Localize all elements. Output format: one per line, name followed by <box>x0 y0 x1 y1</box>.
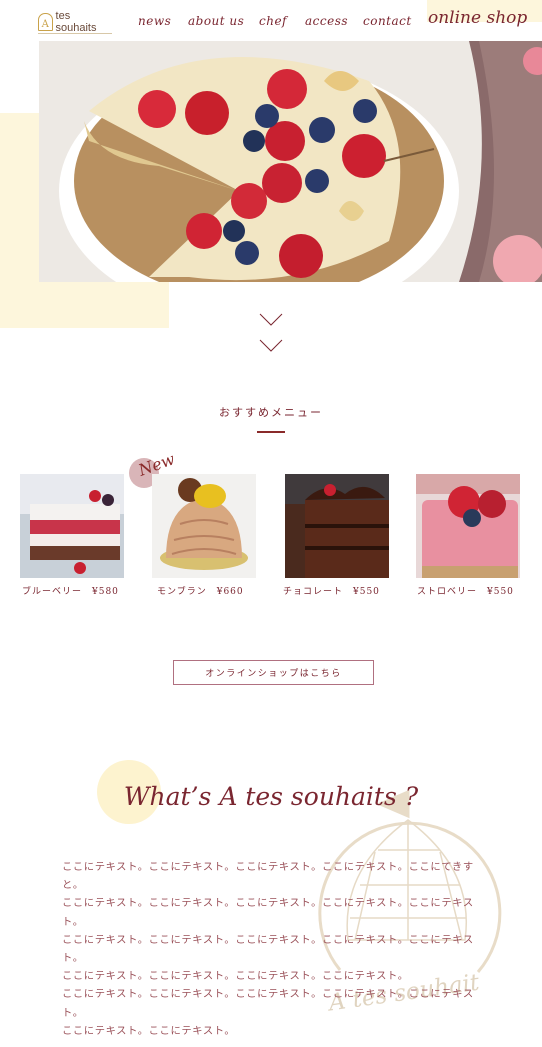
online-shop-button[interactable]: オンラインショップはこちら <box>173 660 374 685</box>
section-title-underline <box>257 431 285 433</box>
nav-chef[interactable]: chef <box>259 14 287 28</box>
online-shop-link[interactable]: online shop <box>428 8 527 28</box>
menu-item-blueberry-image[interactable] <box>20 474 124 578</box>
about-line: ここにテキスト。ここにテキスト。ここにテキスト。ここにテキスト。ここにてきすと。 <box>62 861 474 892</box>
scroll-down-chevron-icon[interactable] <box>259 313 283 327</box>
scroll-down-chevron-icon[interactable] <box>259 339 283 353</box>
logo-underline <box>38 33 112 34</box>
nav-news[interactable]: news <box>138 14 171 28</box>
logo-text: tes souhaits <box>55 10 97 34</box>
about-line: ここにテキスト。ここにテキスト。ここにテキスト。ここにテキスト。ここにテキスト。 <box>62 988 474 1019</box>
menu-item-chocolate-image[interactable] <box>285 474 389 578</box>
menu-item-caption: ブルーベリー ¥580 <box>22 587 119 597</box>
nav-about-us[interactable]: about us <box>188 14 244 28</box>
menu-item-montblanc-image[interactable] <box>152 474 256 578</box>
section-title-recommend: おすすめメニュー <box>219 406 323 419</box>
hero-cheesecake-image <box>39 41 542 282</box>
menu-item-strawberry-image[interactable] <box>416 474 520 578</box>
menu-item-caption: ストロベリー ¥550 <box>417 587 514 597</box>
about-line: ここにテキスト。ここにテキスト。ここにテキスト。ここにテキスト。ここにテキスト。 <box>62 933 474 965</box>
about-body-text: ここにテキスト。ここにテキスト。ここにテキスト。ここにテキスト。ここにてきすと。… <box>62 858 482 1040</box>
nav-contact[interactable]: contact <box>363 14 412 28</box>
menu-item-caption: モンブラン ¥660 <box>157 587 244 597</box>
about-title: What’s A tes souhaits ? <box>123 782 419 811</box>
menu-item-caption: チョコレート ¥550 <box>283 587 380 597</box>
logo-mark-icon: A <box>38 13 53 31</box>
nav-access[interactable]: access <box>305 14 348 28</box>
about-line: ここにテキスト。ここにテキスト。 <box>62 1024 236 1037</box>
logo[interactable]: A tes souhaits <box>38 9 112 35</box>
about-line: ここにテキスト。ここにテキスト。ここにテキスト。ここにテキスト。 <box>62 970 409 983</box>
about-line: ここにテキスト。ここにテキスト。ここにテキスト。ここにテキスト。ここにテキスト。 <box>62 897 474 928</box>
